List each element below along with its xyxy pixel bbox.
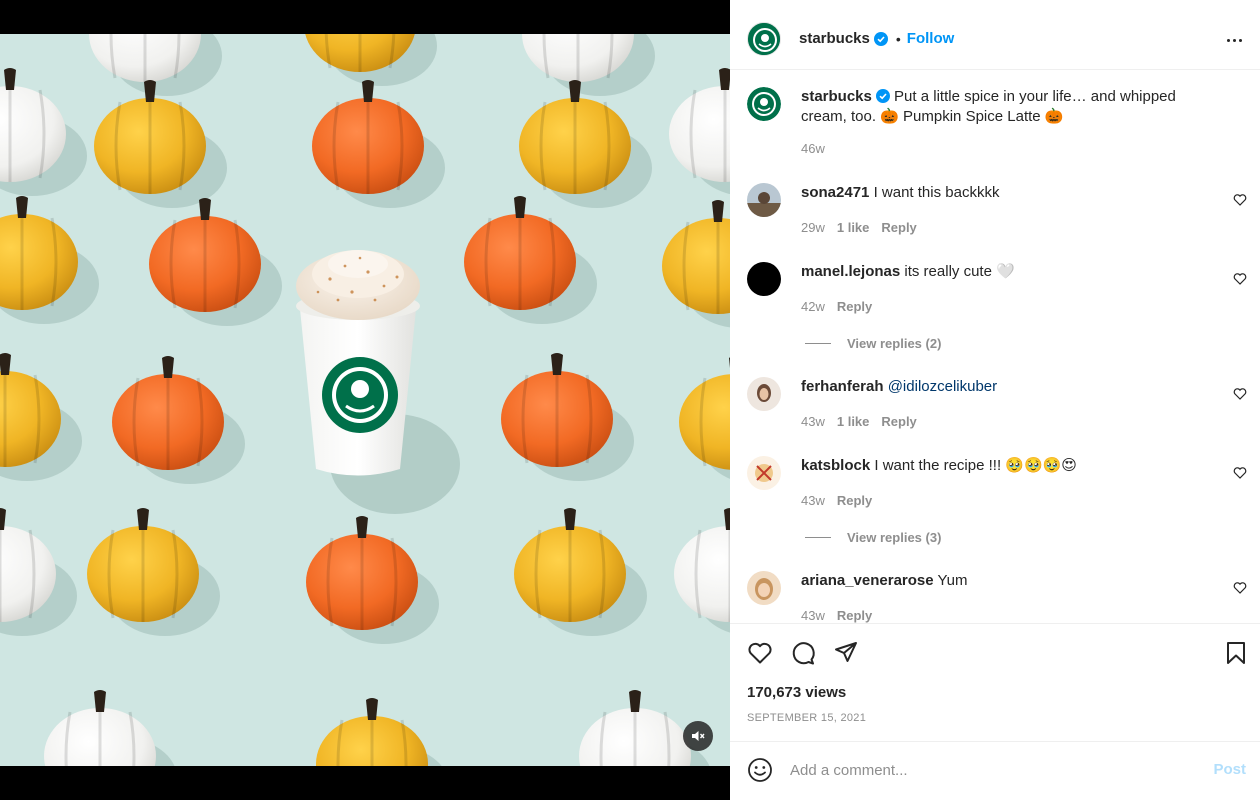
post-comment-button[interactable]: Post (1213, 761, 1246, 778)
starbucks-logo-icon (747, 87, 781, 121)
comments-list[interactable]: starbucks Put a little spice in your lif… (730, 71, 1260, 623)
comment-text: ferhanferah @idilozcelikuber (801, 377, 1211, 397)
heart-icon[interactable] (1233, 193, 1247, 207)
comment-mention[interactable]: @idilozcelikuber (888, 378, 997, 395)
comment-text: katsblock I want the recipe !!! 🥹🥹🥹😍 (801, 456, 1211, 476)
heart-icon[interactable] (1233, 466, 1247, 480)
user-photo-icon (747, 183, 781, 217)
caption-item: starbucks Put a little spice in your lif… (747, 87, 1247, 167)
view-replies-label: View replies (2) (847, 336, 942, 351)
comment-icon[interactable] (790, 640, 816, 666)
mute-icon (692, 731, 705, 741)
mute-button[interactable] (683, 721, 713, 751)
comment-likes[interactable]: 1 like (837, 414, 870, 429)
comment-item: katsblock I want the recipe !!! 🥹🥹🥹😍 43w… (747, 456, 1247, 546)
comment-time[interactable]: 43w (801, 414, 825, 429)
comment-time[interactable]: 43w (801, 608, 825, 623)
caption-meta: 46w (801, 141, 825, 156)
comment-composer: Post (730, 741, 1260, 800)
user-photo-icon (747, 456, 781, 490)
pumpkin-latte-image (0, 34, 730, 766)
comment-meta: 43w 1 like Reply (801, 414, 917, 429)
comment-meta: 43w Reply (801, 493, 872, 508)
comment-item: ariana_venerarose Yum 43w Reply (747, 571, 1247, 623)
starbucks-logo-icon (748, 22, 780, 55)
comment-likes[interactable]: 1 like (837, 220, 870, 235)
comment-meta: 29w 1 like Reply (801, 220, 917, 235)
share-icon[interactable] (833, 640, 859, 666)
letterbox-top (0, 0, 730, 34)
comment-body: I want the recipe !!! 🥹🥹🥹😍 (874, 457, 1077, 474)
view-replies-label: View replies (3) (847, 530, 942, 545)
view-replies-button[interactable]: View replies (3) (805, 530, 941, 545)
comment-meta: 43w Reply (801, 608, 872, 623)
starbucks-avatar-small[interactable] (747, 87, 781, 121)
views-count[interactable]: 170,673 views (747, 684, 846, 701)
header-username[interactable]: starbucks (799, 30, 870, 47)
follow-button[interactable]: Follow (907, 30, 955, 47)
heart-icon[interactable] (1233, 581, 1247, 595)
verified-badge-icon (873, 31, 888, 46)
reply-button[interactable]: Reply (881, 414, 916, 429)
user-photo-icon (747, 571, 781, 605)
comment-username[interactable]: katsblock (801, 457, 870, 474)
comment-username[interactable]: ariana_venerarose (801, 572, 934, 589)
comment-avatar[interactable] (747, 377, 781, 411)
comment-avatar[interactable] (747, 571, 781, 605)
comment-text: sona2471 I want this backkkk (801, 183, 1211, 203)
caption-text: starbucks Put a little spice in your lif… (801, 87, 1211, 126)
caption-time[interactable]: 46w (801, 141, 825, 156)
comment-time[interactable]: 43w (801, 493, 825, 508)
caption-username[interactable]: starbucks (801, 88, 872, 105)
reply-button[interactable]: Reply (837, 299, 872, 314)
comment-username[interactable]: sona2471 (801, 184, 869, 201)
comment-meta: 42w Reply (801, 299, 872, 314)
replies-divider (805, 537, 831, 538)
comment-item: sona2471 I want this backkkk 29w 1 like … (747, 183, 1247, 243)
bookmark-icon[interactable] (1223, 640, 1249, 666)
post-header: starbucks • Follow (730, 8, 1260, 70)
heart-icon[interactable] (1233, 387, 1247, 401)
user-photo-icon (747, 377, 781, 411)
verified-badge-icon (875, 89, 890, 103)
comment-avatar[interactable] (747, 456, 781, 490)
add-comment-input[interactable] (790, 756, 1190, 784)
heart-icon[interactable] (1233, 272, 1247, 286)
comment-avatar[interactable] (747, 262, 781, 296)
reply-button[interactable]: Reply (881, 220, 916, 235)
comment-text: ariana_venerarose Yum (801, 571, 1211, 591)
post-media[interactable] (0, 0, 730, 800)
starbucks-avatar[interactable] (747, 21, 781, 56)
comment-body: its really cute 🤍 (904, 263, 1015, 280)
replies-divider (805, 343, 831, 344)
comment-username[interactable]: manel.lejonas (801, 263, 900, 280)
instagram-post-page: starbucks • Follow starbucks Put a littl… (0, 0, 1260, 800)
emoji-icon[interactable] (747, 757, 773, 783)
comment-text: manel.lejonas its really cute 🤍 (801, 262, 1211, 282)
video-frame[interactable] (0, 34, 730, 766)
post-details-panel: starbucks • Follow starbucks Put a littl… (730, 0, 1260, 800)
comment-item: ferhanferah @idilozcelikuber 43w 1 like … (747, 377, 1247, 437)
comment-avatar[interactable] (747, 183, 781, 217)
comment-username[interactable]: ferhanferah (801, 378, 884, 395)
post-actions: 170,673 views SEPTEMBER 15, 2021 (730, 623, 1260, 741)
comment-body: Yum (937, 572, 968, 589)
reply-button[interactable]: Reply (837, 608, 872, 623)
like-heart-icon[interactable] (747, 640, 773, 666)
comment-body: I want this backkkk (873, 184, 1000, 201)
comment-time[interactable]: 29w (801, 220, 825, 235)
letterbox-bottom (0, 766, 730, 800)
reply-button[interactable]: Reply (837, 493, 872, 508)
post-date[interactable]: SEPTEMBER 15, 2021 (747, 712, 866, 724)
comment-item: manel.lejonas its really cute 🤍 42w Repl… (747, 262, 1247, 352)
comment-time[interactable]: 42w (801, 299, 825, 314)
view-replies-button[interactable]: View replies (2) (805, 336, 941, 351)
more-options-icon[interactable] (1224, 30, 1244, 50)
separator-dot: • (895, 30, 901, 47)
